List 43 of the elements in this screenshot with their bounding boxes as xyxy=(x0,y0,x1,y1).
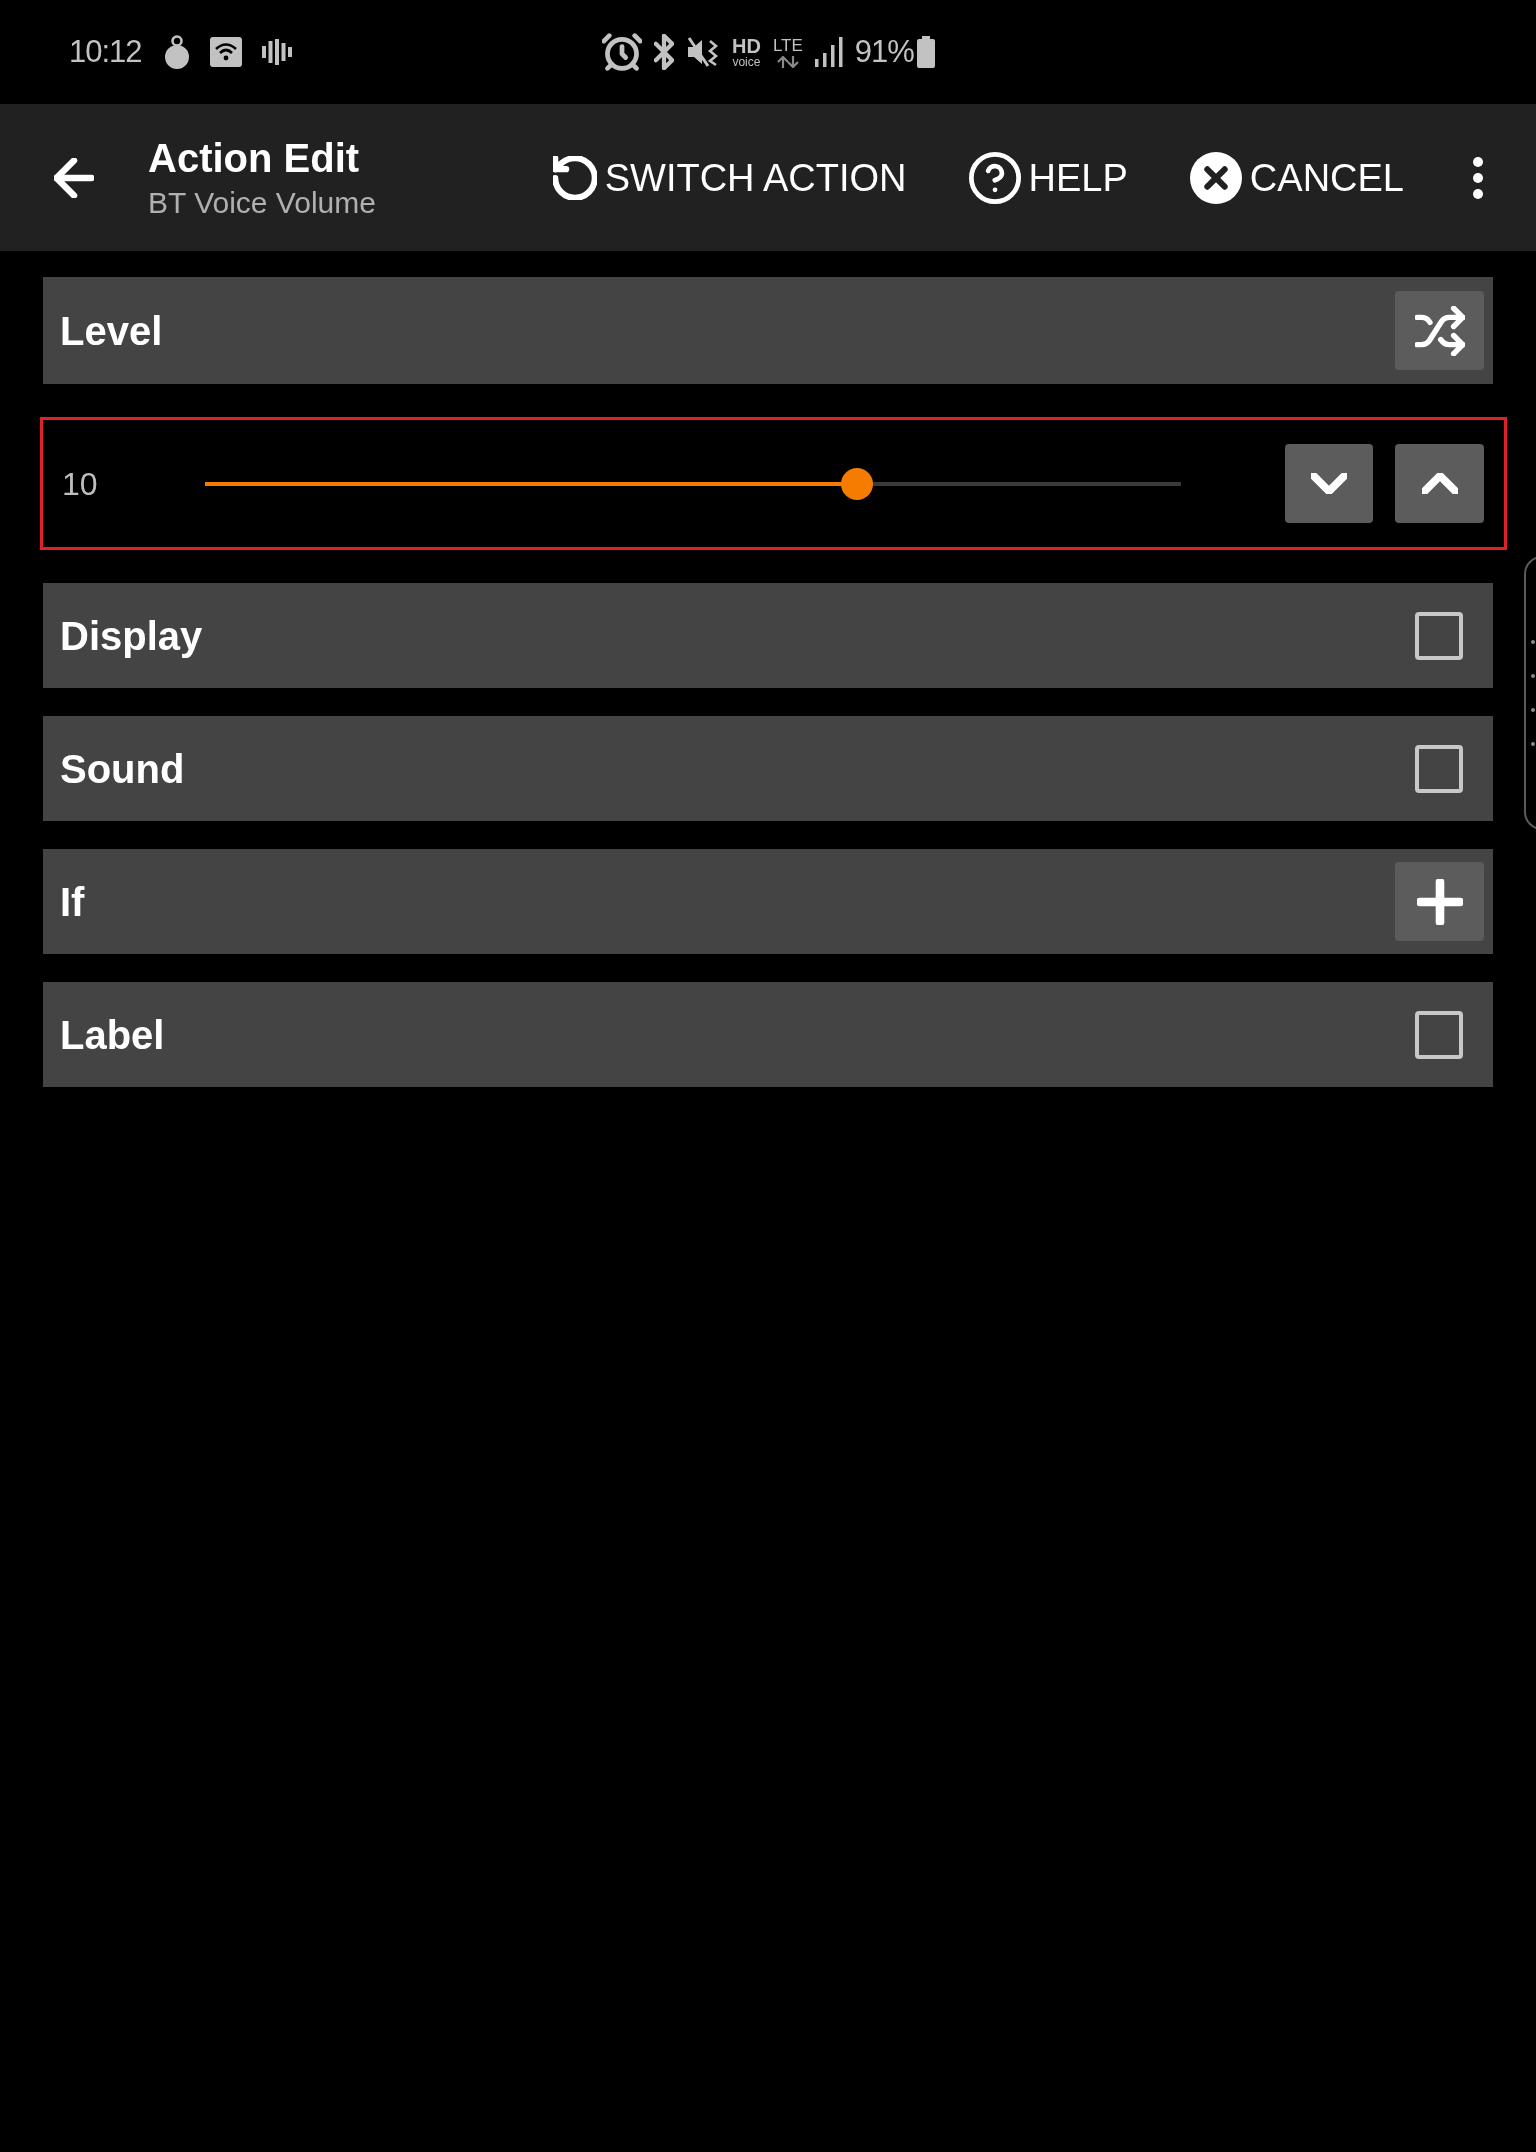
close-icon xyxy=(1189,151,1242,204)
shuffle-button[interactable] xyxy=(1395,291,1484,370)
wifi-square-icon xyxy=(209,37,242,67)
add-button[interactable] xyxy=(1395,862,1484,941)
slider-value: 10 xyxy=(62,467,99,500)
network-type: LTE xyxy=(772,36,803,54)
hd-label: HD xyxy=(732,36,761,56)
bluetooth-icon xyxy=(654,34,674,70)
row-label: Label xyxy=(60,1014,165,1055)
checkbox[interactable] xyxy=(1415,611,1463,660)
cancel-button[interactable]: CANCEL xyxy=(1189,147,1404,208)
rotate-left-icon xyxy=(552,155,597,200)
help-button[interactable]: HELP xyxy=(968,147,1128,208)
data-arrows-icon xyxy=(776,55,799,68)
checkbox[interactable] xyxy=(1415,744,1463,793)
round-tag-icon xyxy=(163,35,190,69)
signal-icon xyxy=(814,37,843,67)
battery-percent: 91% xyxy=(854,32,914,71)
slider-thumb[interactable] xyxy=(840,467,873,500)
shuffle-icon xyxy=(1414,305,1465,356)
back-icon xyxy=(54,157,94,198)
row-label: Level xyxy=(60,310,163,351)
help-icon xyxy=(968,151,1021,204)
switch-action-button[interactable]: SWITCH ACTION xyxy=(552,147,907,208)
clock-time: 10:12 xyxy=(69,32,142,71)
slider-track[interactable] xyxy=(205,467,1181,500)
screen-title: Action Edit xyxy=(148,137,361,178)
decrease-button[interactable] xyxy=(1285,444,1373,523)
chevron-down-icon xyxy=(1311,473,1347,494)
row-label: Sound xyxy=(60,748,185,789)
row-label: If xyxy=(60,881,85,922)
speaker-muted-icon xyxy=(686,35,720,69)
increase-button[interactable] xyxy=(1395,444,1484,523)
row-label: Display xyxy=(60,615,203,656)
plus-icon xyxy=(1416,878,1463,925)
battery-icon xyxy=(916,36,935,68)
alarm-icon xyxy=(602,32,642,72)
checkbox[interactable] xyxy=(1415,1010,1463,1059)
chevron-up-icon xyxy=(1421,473,1458,494)
more-icon xyxy=(1473,156,1483,199)
sound-wave-icon xyxy=(261,39,292,65)
screen-subtitle: BT Voice Volume xyxy=(148,187,376,218)
hd-sublabel: voice xyxy=(732,56,761,68)
